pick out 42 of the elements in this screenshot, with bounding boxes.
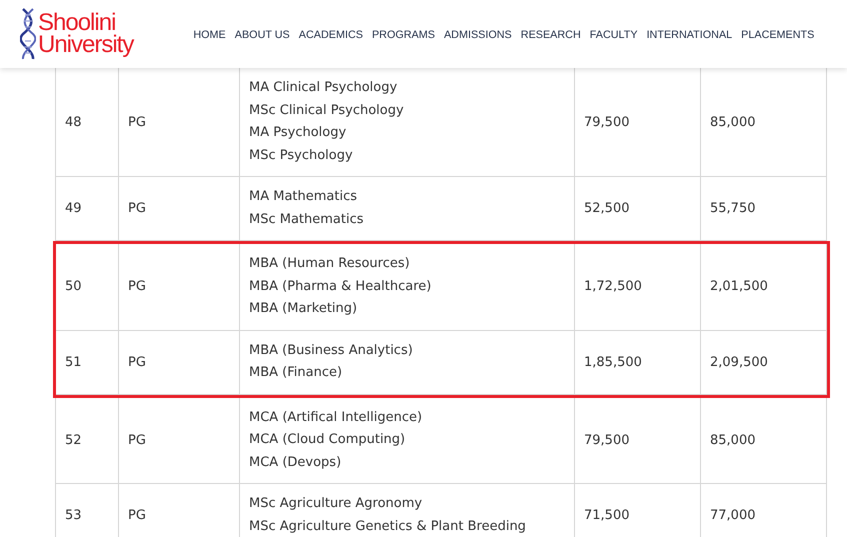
table-cell: 77,000 bbox=[701, 484, 827, 537]
table-cell: 55,750 bbox=[701, 177, 827, 241]
nav-link[interactable]: FACULTY bbox=[590, 29, 638, 41]
table-cell: MBA (Business Analytics) MBA (Finance) bbox=[240, 330, 575, 394]
table-cell: 79,500 bbox=[575, 68, 701, 177]
table-cell: PG bbox=[119, 330, 240, 394]
table-cell: PG bbox=[119, 398, 240, 484]
table-cell: MBA (Human Resources) MBA (Pharma & Healthcare) MBA (Marketing) bbox=[240, 244, 575, 330]
logo-text[interactable]: Shoolini bbox=[38, 12, 134, 34]
table-cell: 71,500 bbox=[575, 484, 701, 537]
dna-helix-icon bbox=[20, 7, 36, 61]
table-cell: MSc Agriculture Agronomy MSc Agriculture Genetics & Plant Breeding bbox=[240, 484, 575, 537]
table-cell: 51 bbox=[56, 330, 119, 394]
table-cell: 85,000 bbox=[701, 68, 827, 177]
table-cell: 52 bbox=[56, 398, 119, 484]
table-cell: 48 bbox=[56, 68, 119, 177]
table-cell: 50 bbox=[56, 244, 119, 330]
table-cell: 49 bbox=[56, 177, 119, 241]
table-cell: 79,500 bbox=[575, 398, 701, 484]
table-cell: 52,500 bbox=[575, 177, 701, 241]
logo-text[interactable]: University bbox=[38, 34, 134, 56]
nav-link[interactable]: ABOUT US bbox=[234, 29, 290, 41]
table-cell: 1,85,500 bbox=[575, 330, 701, 394]
table-cell: 53 bbox=[56, 484, 119, 537]
table-cell: MA Clinical Psychology MSc Clinical Psychology MA Psychology MSc Psychology bbox=[240, 68, 575, 177]
table-cell: PG bbox=[119, 244, 240, 330]
nav-link[interactable]: PROGRAMS bbox=[372, 29, 435, 41]
table-cell: MA Mathematics MSc Mathematics bbox=[240, 177, 575, 241]
table-cell: MCA (Artifical Intelligence) MCA (Cloud Computing) MCA (Devops) bbox=[240, 398, 575, 484]
nav-link[interactable]: ADMISSIONS bbox=[444, 29, 512, 41]
nav-link[interactable]: PLACEMENTS bbox=[741, 29, 814, 41]
table-cell: 1,72,500 bbox=[575, 244, 701, 330]
table-cell: 85,000 bbox=[701, 398, 827, 484]
nav-link[interactable]: RESEARCH bbox=[520, 29, 581, 41]
table-cell: PG bbox=[119, 484, 240, 537]
table-cell: PG bbox=[119, 177, 240, 241]
table-cell: 2,01,500 bbox=[701, 244, 827, 330]
table-cell: PG bbox=[119, 68, 240, 177]
nav-link[interactable]: HOME bbox=[193, 29, 226, 41]
nav-link[interactable]: ACADEMICS bbox=[298, 29, 363, 41]
table-cell: 2,09,500 bbox=[701, 330, 827, 394]
nav-link[interactable]: INTERNATIONAL bbox=[646, 29, 732, 41]
